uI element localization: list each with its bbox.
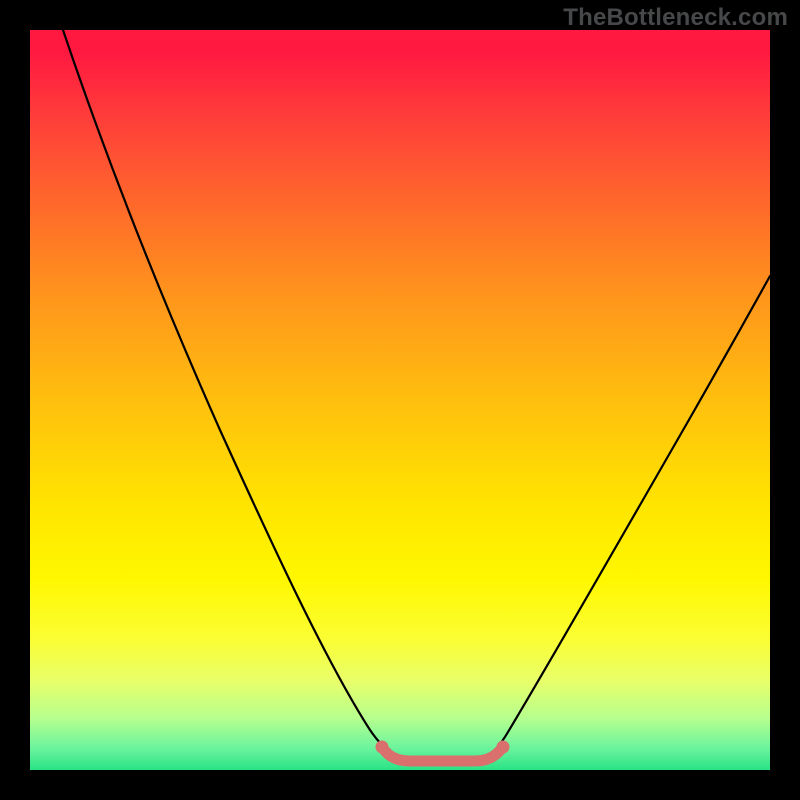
bottleneck-curve	[30, 30, 770, 770]
trough-dot-right	[497, 741, 510, 754]
watermark: TheBottleneck.com	[563, 4, 788, 32]
trough-dot-left	[376, 741, 389, 754]
trough-highlight	[382, 747, 503, 761]
chart-frame: TheBottleneck.com	[0, 0, 800, 800]
plot-area	[30, 30, 770, 770]
curve-path	[63, 30, 770, 761]
